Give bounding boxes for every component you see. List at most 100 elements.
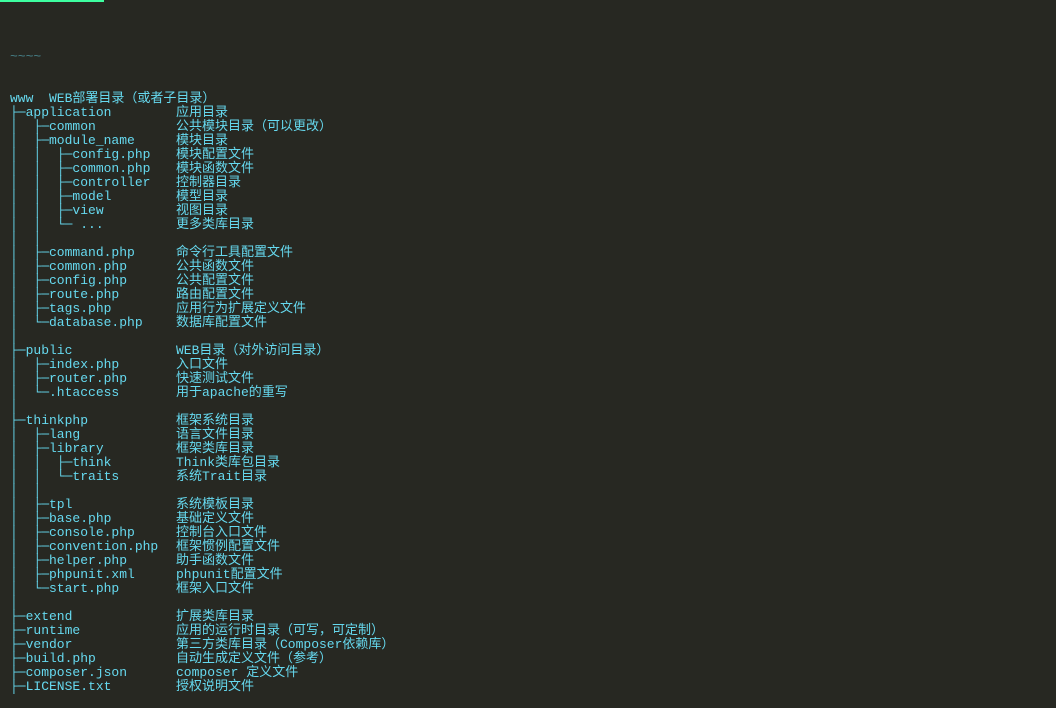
tree-line: ├─build.php自动生成定义文件（参考） (10, 652, 1056, 666)
tree-path: ├─thinkphp (10, 414, 176, 428)
tree-description: 公共模块目录（可以更改） (176, 120, 332, 134)
tree-line: │ │ (10, 484, 1056, 498)
tree-path: │ ├─tpl (10, 498, 176, 512)
tree-path: │ ├─base.php (10, 512, 176, 526)
tree-path: ├─application (10, 106, 176, 120)
tree-path: │ (10, 400, 176, 414)
tree-path: │ └─database.php (10, 316, 176, 330)
tree-description: 模型目录 (176, 190, 228, 204)
tree-path: │ │ ├─config.php (10, 148, 176, 162)
tree-line: │ (10, 400, 1056, 414)
tree-path: │ ├─convention.php (10, 540, 176, 554)
tree-path: │ ├─common.php (10, 260, 176, 274)
tree-description: 命令行工具配置文件 (176, 246, 293, 260)
tree-description: composer 定义文件 (176, 666, 298, 680)
tree-description: 数据库配置文件 (176, 316, 267, 330)
tree-path: │ │ ├─model (10, 190, 176, 204)
tree-path: │ │ └─ ... (10, 218, 176, 232)
tree-path: │ ├─library (10, 442, 176, 456)
tree-line: │ └─database.php数据库配置文件 (10, 316, 1056, 330)
tree-path: ├─LICENSE.txt (10, 680, 176, 694)
tree-path: │ │ (10, 484, 176, 498)
tree-description: 用于apache的重写 (176, 386, 288, 400)
tree-line: ├─LICENSE.txt授权说明文件 (10, 680, 1056, 694)
tree-path: │ ├─common (10, 120, 176, 134)
tree-description: 公共函数文件 (176, 260, 254, 274)
tree-description: 路由配置文件 (176, 288, 254, 302)
tree-path: www WEB部署目录（或者子目录） (10, 92, 176, 106)
tree-line: │ ├─command.php命令行工具配置文件 (10, 246, 1056, 260)
tree-line: │ (10, 330, 1056, 344)
tree-line: │ ├─helper.php助手函数文件 (10, 554, 1056, 568)
tree-description: 语言文件目录 (176, 428, 254, 442)
tree-line: │ ├─router.php快速测试文件 (10, 372, 1056, 386)
tree-description: 扩展类库目录 (176, 610, 254, 624)
tree-path: │ │ ├─think (10, 456, 176, 470)
tree-description: 助手函数文件 (176, 554, 254, 568)
tree-description: 模块函数文件 (176, 162, 254, 176)
tree-line: │ ├─convention.php框架惯例配置文件 (10, 540, 1056, 554)
tree-path: │ ├─module_name (10, 134, 176, 148)
tree-path: │ ├─config.php (10, 274, 176, 288)
tree-path: ├─runtime (10, 624, 176, 638)
tree-line: │ ├─tags.php应用行为扩展定义文件 (10, 302, 1056, 316)
tree-description: 系统模板目录 (176, 498, 254, 512)
tree-line: │ ├─common.php公共函数文件 (10, 260, 1056, 274)
tree-description: 自动生成定义文件（参考） (176, 652, 332, 666)
tree-line: │ │ ├─model模型目录 (10, 190, 1056, 204)
tree-path: │ │ ├─common.php (10, 162, 176, 176)
tree-path: │ ├─index.php (10, 358, 176, 372)
tree-path: │ └─start.php (10, 582, 176, 596)
tree-description: 应用目录 (176, 106, 228, 120)
tree-path: │ │ ├─controller (10, 176, 176, 190)
tree-line: │ ├─index.php入口文件 (10, 358, 1056, 372)
tree-description: 模块配置文件 (176, 148, 254, 162)
tree-description: 框架惯例配置文件 (176, 540, 280, 554)
tree-description: 入口文件 (176, 358, 228, 372)
tree-line: │ ├─route.php路由配置文件 (10, 288, 1056, 302)
tree-line: │ ├─tpl系统模板目录 (10, 498, 1056, 512)
tree-path: │ (10, 330, 176, 344)
tree-path: │ ├─command.php (10, 246, 176, 260)
tree-line: │ ├─module_name模块目录 (10, 134, 1056, 148)
tree-path: ├─build.php (10, 652, 176, 666)
tree-path: │ ├─lang (10, 428, 176, 442)
tree-path: ├─composer.json (10, 666, 176, 680)
tree-description: Think类库包目录 (176, 456, 280, 470)
tree-line: │ │ └─traits系统Trait目录 (10, 470, 1056, 484)
tree-description: phpunit配置文件 (176, 568, 283, 582)
tree-description: 授权说明文件 (176, 680, 254, 694)
tree-description: 控制台入口文件 (176, 526, 267, 540)
tree-line: │ │ └─ ...更多类库目录 (10, 218, 1056, 232)
tree-path: ├─extend (10, 610, 176, 624)
tree-line: │ └─start.php框架入口文件 (10, 582, 1056, 596)
tree-path: ├─public (10, 344, 176, 358)
tree-line: │ ├─lang语言文件目录 (10, 428, 1056, 442)
tree-description: 更多类库目录 (176, 218, 254, 232)
tree-line: │ │ ├─config.php模块配置文件 (10, 148, 1056, 162)
code-editor-content[interactable]: ~~~~ www WEB部署目录（或者子目录）├─application应用目录… (0, 0, 1056, 708)
tree-line: │ │ (10, 232, 1056, 246)
tree-path: │ ├─phpunit.xml (10, 568, 176, 582)
tree-description: 第三方类库目录（Composer依赖库） (176, 638, 394, 652)
tree-description: 视图目录 (176, 204, 228, 218)
tree-path: │ ├─route.php (10, 288, 176, 302)
tab-indicator (0, 0, 104, 2)
tree-path: │ │ ├─view (10, 204, 176, 218)
tree-line: │ ├─base.php基础定义文件 (10, 512, 1056, 526)
tree-description: 应用的运行时目录（可写，可定制） (176, 624, 384, 638)
tree-line: ├─extend扩展类库目录 (10, 610, 1056, 624)
tree-path: │ ├─tags.php (10, 302, 176, 316)
tree-line: ├─composer.jsoncomposer 定义文件 (10, 666, 1056, 680)
tree-description: 系统Trait目录 (176, 470, 267, 484)
tree-description: 框架系统目录 (176, 414, 254, 428)
tree-line: ├─thinkphp框架系统目录 (10, 414, 1056, 428)
tree-line: │ ├─library框架类库目录 (10, 442, 1056, 456)
tree-description: 快速测试文件 (176, 372, 254, 386)
tree-description: 框架入口文件 (176, 582, 254, 596)
tree-line: │ (10, 596, 1056, 610)
tree-description: WEB目录（对外访问目录） (176, 344, 329, 358)
tree-line: │ ├─console.php控制台入口文件 (10, 526, 1056, 540)
tree-line: ├─runtime应用的运行时目录（可写，可定制） (10, 624, 1056, 638)
tree-line: ├─publicWEB目录（对外访问目录） (10, 344, 1056, 358)
